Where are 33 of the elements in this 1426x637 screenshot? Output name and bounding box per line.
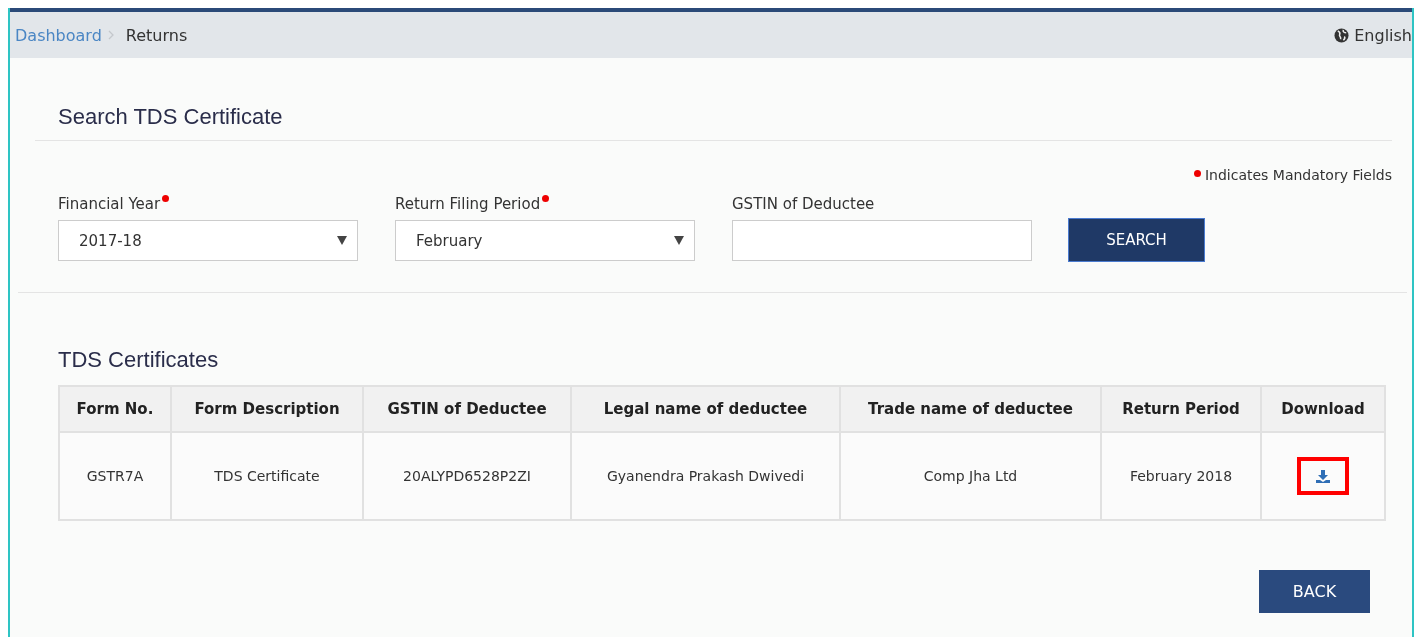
table-cell: Gyanendra Prakash Dwivedi [571, 432, 840, 520]
chevron-icon [107, 30, 114, 40]
breadcrumb-current: Returns [125, 25, 188, 45]
download-button[interactable] [1297, 457, 1349, 495]
dropdown[interactable]: 2017-18 [58, 220, 358, 261]
language-selector[interactable]: English [1354, 25, 1412, 45]
globe-icon [1334, 27, 1350, 43]
dropdown-arrow-icon [674, 236, 684, 245]
column-header: Form No. [59, 386, 171, 432]
table-cell: 20ALYPD6528P2ZI [363, 432, 571, 520]
dropdown[interactable]: February [395, 220, 695, 261]
column-header: Return Period [1101, 386, 1261, 432]
field-label: Return Filing Period [395, 195, 541, 213]
field-label: Financial Year [58, 195, 161, 213]
download-icon [1316, 469, 1330, 483]
field-label: GSTIN of Deductee [732, 195, 875, 213]
table-cell: GSTR7A [59, 432, 171, 520]
column-header: Download [1261, 386, 1385, 432]
section-title: Search TDS Certificate [35, 58, 1392, 141]
column-header: GSTIN of Deductee [363, 386, 571, 432]
back-button[interactable]: BACK [1259, 570, 1370, 613]
required-dot-icon [1193, 170, 1201, 177]
column-header: Trade name of deductee [840, 386, 1101, 432]
table-cell: February 2018 [1101, 432, 1261, 520]
mandatory-note: Indicates Mandatory Fields [1204, 167, 1392, 183]
search-button[interactable]: SEARCH [1069, 219, 1204, 261]
gstin-input[interactable] [732, 220, 1032, 261]
table-cell: Comp Jha Ltd [840, 432, 1101, 520]
section-title: TDS Certificates [57, 346, 220, 374]
table-cell: TDS Certificate [171, 432, 363, 520]
column-header: Form Description [171, 386, 363, 432]
column-header: Legal name of deductee [571, 386, 840, 432]
dropdown-arrow-icon [337, 236, 347, 245]
